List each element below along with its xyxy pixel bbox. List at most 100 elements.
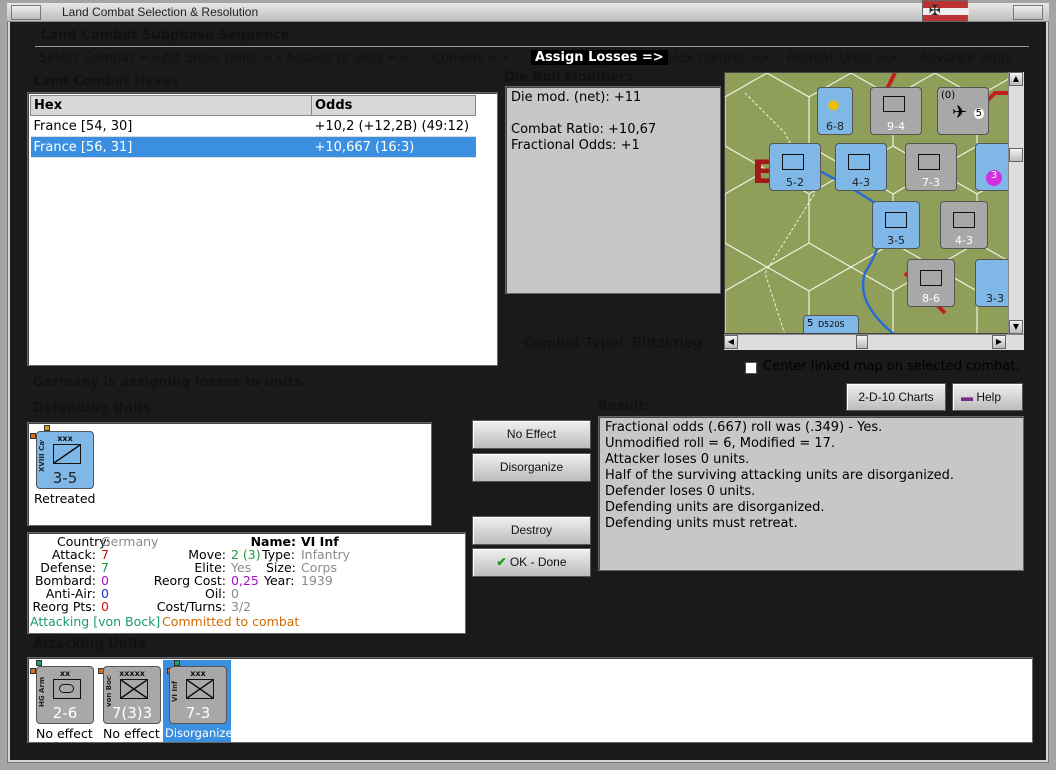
unit-info-panel: Country: Germany Attack: 7 Defense: 7 Bo… <box>27 532 466 634</box>
result-line: Attacker loses 0 units. <box>605 452 750 467</box>
hexes-heading: Land Combat Hexes <box>33 74 179 89</box>
disorganize-button[interactable]: Disorganize <box>472 453 591 482</box>
step-hex-control[interactable]: Hex Control => <box>668 51 770 66</box>
map-counter[interactable]: 4-3 <box>940 201 988 249</box>
scroll-up-arrow-icon[interactable]: ▲ <box>1009 72 1023 86</box>
combat-ratio-line: Combat Ratio: +10,67 <box>511 122 657 137</box>
attacking-unit-counter[interactable]: xxxxx von Bock 7(3)3 <box>103 666 161 724</box>
attacking-note: Attacking [von Bock] <box>30 614 161 629</box>
combat-type-label: Combat Type: <box>524 336 624 351</box>
unit-status: No effect <box>36 726 93 741</box>
die-roll-heading: Die Roll Modifiers <box>504 70 634 85</box>
year-value: 1939 <box>301 573 333 588</box>
close-button[interactable] <box>1013 5 1043 20</box>
table-row[interactable]: France [54, 30] +10,2 (+12,2B) (49:12) <box>30 115 476 137</box>
fractional-odds-line: Fractional Odds: +1 <box>511 138 640 153</box>
step-retreat-units[interactable]: Retreat Units => <box>787 51 898 66</box>
scroll-left-arrow-icon[interactable]: ◀ <box>724 335 738 349</box>
odds-cell[interactable]: +10,2 (+12,2B) (49:12) <box>311 115 476 137</box>
hexes-table: Hex Odds France [54, 30] +10,2 (+12,2B) … <box>30 95 476 158</box>
center-map-label: Center linked map on selected combat. <box>763 359 1020 374</box>
scroll-down-arrow-icon[interactable]: ▼ <box>1009 320 1023 334</box>
status-message: Germany is assigning losses to units. <box>33 375 307 390</box>
unit-status: No effect <box>103 726 160 741</box>
map-vertical-scrollbar[interactable]: ▲ ▼ <box>1008 72 1024 334</box>
hex-cell[interactable]: France [56, 31] <box>30 136 312 158</box>
die-blank-line <box>511 106 715 122</box>
country-value: Germany <box>101 534 159 549</box>
step-assign-losses[interactable]: Assign Losses => <box>531 50 668 65</box>
map-counter-aircraft[interactable]: 5 D520S <box>803 315 859 333</box>
unit-status: Disorganized <box>165 726 240 740</box>
result-line: Unmodified roll = 6, Modified = 17. <box>605 436 836 451</box>
result-line: Defending units must retreat. <box>605 516 798 531</box>
book-icon: ▬ <box>961 390 973 404</box>
help-label: Help <box>976 390 1002 404</box>
map-counter-aircraft[interactable]: (0) ✈ 5 <box>937 87 989 135</box>
reorgpts-value: 0 <box>101 599 109 614</box>
hex-cell[interactable]: France [54, 30] <box>30 115 312 137</box>
center-map-checkbox[interactable] <box>745 362 757 374</box>
ok-done-button[interactable]: ✔ OK - Done <box>472 548 591 577</box>
result-line: Half of the surviving attacking units ar… <box>605 468 955 483</box>
costturns-label: Cost/Turns: <box>156 599 226 614</box>
hexes-table-panel: Hex Odds France [54, 30] +10,2 (+12,2B) … <box>27 92 498 366</box>
charts-button[interactable]: 2-D-10 Charts <box>846 383 946 411</box>
defending-heading: Defending Units <box>33 401 152 416</box>
scroll-thumb[interactable] <box>1009 148 1023 162</box>
step-advance-units[interactable]: Advance Units <box>919 51 1012 66</box>
step-convert[interactable]: Convert => <box>432 51 509 66</box>
table-row-selected[interactable]: France [56, 31] +10,667 (16:3) <box>30 136 476 158</box>
destroy-button[interactable]: Destroy <box>472 516 591 545</box>
column-odds[interactable]: Odds <box>311 95 476 116</box>
defending-panel: xxx XVIII Cav 3-5 Retreated <box>27 422 432 526</box>
reorgpts-label: Reorg Pts: <box>32 599 96 614</box>
title-bar: Land Combat Selection & Resolution <box>7 3 1049 22</box>
result-line: Defending units are disorganized. <box>605 500 825 515</box>
armor-symbol-icon <box>53 679 81 699</box>
flag-icon: ✠ <box>922 0 969 22</box>
map-counter[interactable]: 4-3 <box>835 143 887 191</box>
no-effect-button[interactable]: No Effect <box>472 420 591 449</box>
odds-cell[interactable]: +10,667 (16:3) <box>311 136 476 158</box>
ok-done-label: OK - Done <box>509 555 567 569</box>
minimize-button[interactable] <box>11 5 41 20</box>
combat-type-value: Blitzkrieg <box>632 336 703 351</box>
help-button[interactable]: ▬ Help <box>952 383 1023 411</box>
costturns-value: 3/2 <box>231 599 252 614</box>
step-assault-blitz[interactable]: Assault or Blitz => <box>286 51 409 66</box>
result-panel: Fractional odds (.667) roll was (.349) -… <box>598 416 1024 571</box>
attacking-heading: Attacking Units <box>33 637 147 652</box>
map-counter[interactable]: 7-3 <box>905 143 957 191</box>
attacking-unit-counter[interactable]: xx HG Arm Div 2-6 <box>36 666 94 724</box>
step-select-combat[interactable]: Select Combat => <box>39 51 160 66</box>
year-label: Year: <box>264 573 295 588</box>
die-roll-panel: Die mod. (net): +11 Combat Ratio: +10,67… <box>505 86 721 294</box>
map-horizontal-scrollbar[interactable]: ◀ ▶ <box>724 334 1024 350</box>
map-counter[interactable]: 5-2 <box>769 143 821 191</box>
step-att-snow[interactable]: Att Snow Units => <box>162 51 283 66</box>
result-line: Fractional odds (.667) roll was (.349) -… <box>605 420 883 435</box>
scroll-right-arrow-icon[interactable]: ▶ <box>992 335 1006 349</box>
defending-unit-counter[interactable]: xxx XVIII Cav 3-5 <box>36 431 94 489</box>
attacking-panel: xx HG Arm Div 2-6 No effect xxxxx von Bo… <box>27 657 1033 743</box>
attacking-unit-counter-selected[interactable]: xxx VI Inf 7-3 <box>169 666 227 724</box>
committed-note: Committed to combat <box>162 614 300 629</box>
column-hex[interactable]: Hex <box>30 95 312 116</box>
cavalry-symbol-icon <box>53 444 81 464</box>
checkmark-icon: ✔ <box>496 555 507 569</box>
window-title: Land Combat Selection & Resolution <box>62 5 259 19</box>
scroll-thumb[interactable] <box>856 335 868 349</box>
result-line: Defender loses 0 units. <box>605 484 756 499</box>
map-counter[interactable]: 9-4 <box>870 87 922 135</box>
infantry-symbol-icon <box>186 679 214 699</box>
map-counter[interactable]: 3-5 <box>872 201 920 249</box>
result-heading: Result: <box>598 399 650 414</box>
infantry-symbol-icon <box>120 679 148 699</box>
map-counter[interactable]: 6-8 ✸ <box>817 87 853 135</box>
linked-map[interactable]: E 6-8 ✸ 9-4 (0) ✈ 5 5-2 4-3 7-3 3 3-5 4-3 8… <box>724 72 1024 334</box>
die-mod-line: Die mod. (net): +11 <box>511 90 642 105</box>
map-counter[interactable]: 8-6 <box>907 259 955 307</box>
table-header: Hex Odds <box>30 95 476 116</box>
subphase-heading: Land Combat Subphase Sequence <box>41 28 290 43</box>
